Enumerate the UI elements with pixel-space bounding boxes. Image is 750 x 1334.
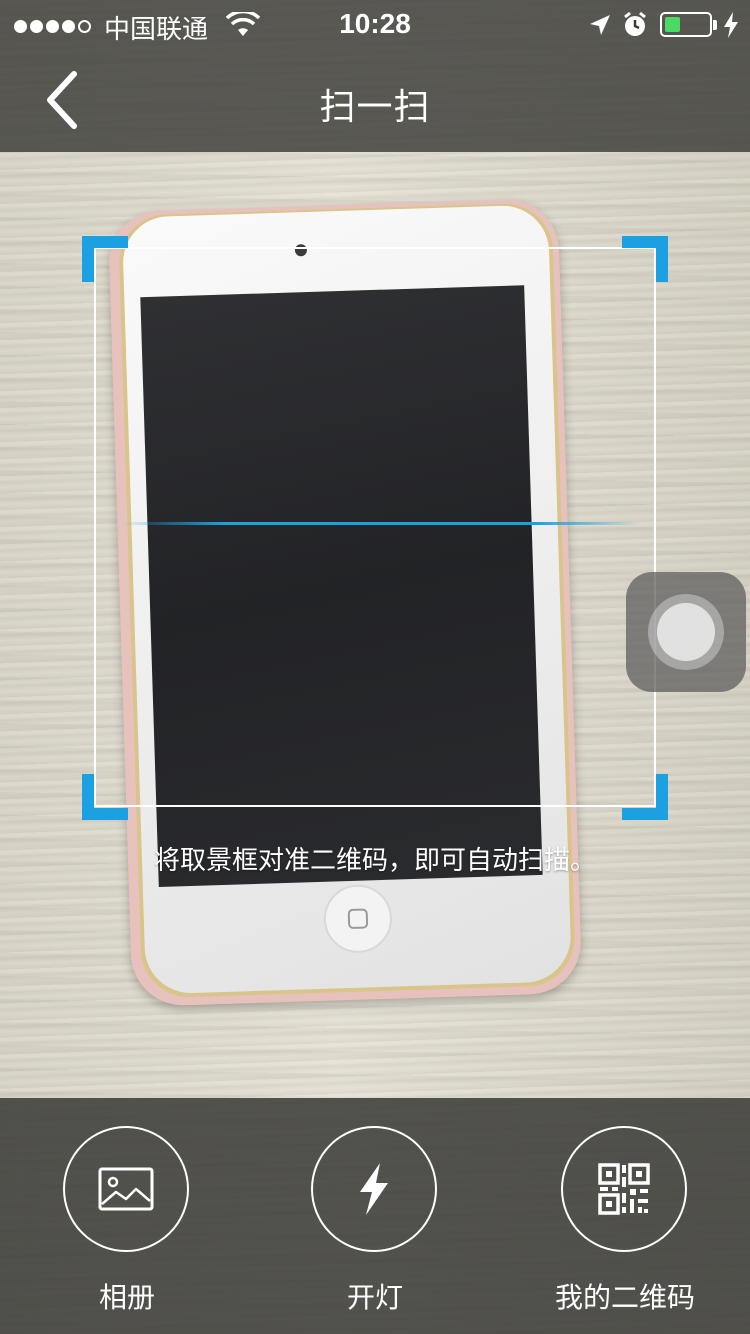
flashlight-label: 开灯 bbox=[346, 1281, 403, 1314]
scan-corner-bottom-left bbox=[82, 774, 128, 820]
flash-icon bbox=[360, 1163, 388, 1215]
status-bar: 中国联通 10:28 bbox=[0, 0, 750, 50]
charging-bolt-icon bbox=[724, 12, 738, 38]
my-qr-code-button[interactable]: 我的二维码 bbox=[535, 1126, 715, 1326]
scan-line bbox=[120, 522, 640, 525]
assistive-touch-button[interactable] bbox=[626, 572, 746, 692]
album-label: 相册 bbox=[98, 1281, 155, 1314]
battery-icon bbox=[660, 12, 712, 37]
my-qr-code-label: 我的二维码 bbox=[554, 1281, 695, 1314]
scanner-screen: 中国联通 10:28 扫一扫 将取景框对准二维码，即可自动扫描。 相册 开灯 我… bbox=[0, 0, 750, 1334]
top-bar: 中国联通 10:28 扫一扫 bbox=[0, 0, 750, 152]
navigation-bar: 扫一扫 bbox=[0, 50, 750, 152]
album-button-circle[interactable] bbox=[63, 1126, 189, 1252]
scan-hint: 将取景框对准二维码，即可自动扫描。 bbox=[153, 846, 596, 876]
album-button[interactable]: 相册 bbox=[37, 1126, 217, 1326]
page-title: 扫一扫 bbox=[319, 87, 431, 128]
scan-corner-bottom-right bbox=[622, 774, 668, 820]
alarm-clock-icon bbox=[624, 11, 646, 36]
bottom-toolbar: 相册 开灯 我的二维码 bbox=[0, 1098, 750, 1334]
scan-corner-top-left bbox=[82, 236, 128, 282]
location-arrow-icon bbox=[590, 15, 610, 35]
image-icon bbox=[98, 1167, 154, 1211]
battery-tip bbox=[713, 20, 717, 30]
qr-code-icon bbox=[598, 1163, 650, 1215]
flashlight-button[interactable]: 开灯 bbox=[285, 1126, 465, 1326]
flashlight-button-circle[interactable] bbox=[311, 1126, 437, 1252]
my-qr-code-button-circle[interactable] bbox=[561, 1126, 687, 1252]
scan-frame bbox=[94, 247, 656, 807]
scan-corner-top-right bbox=[622, 236, 668, 282]
